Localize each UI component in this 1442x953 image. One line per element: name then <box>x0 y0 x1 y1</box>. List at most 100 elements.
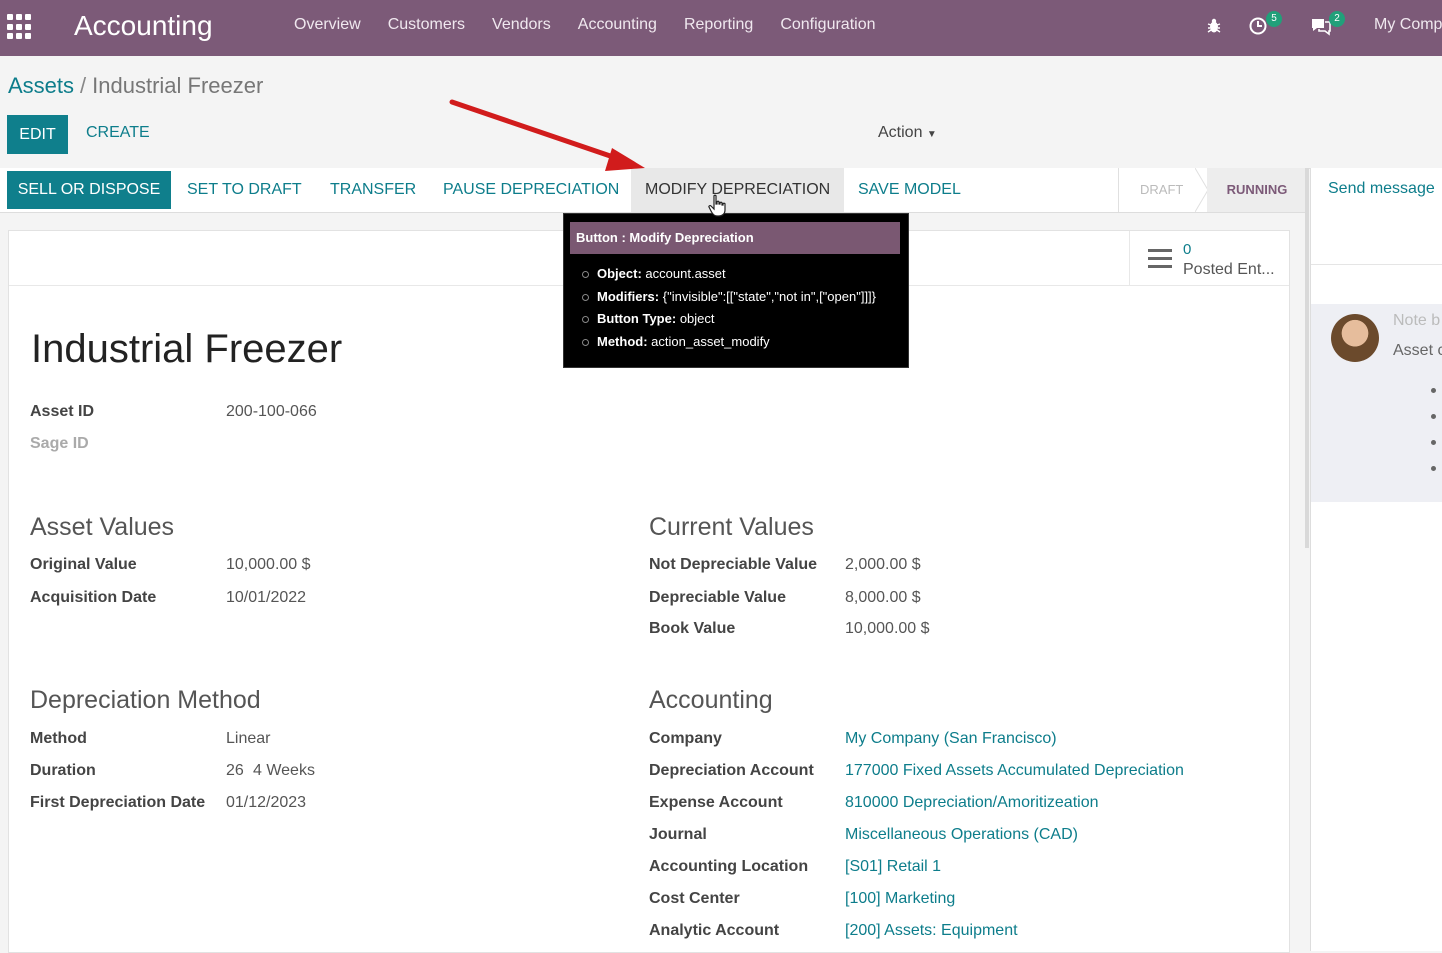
debug-tooltip: Button : Modify Depreciation Object: acc… <box>563 213 909 368</box>
journal-link[interactable]: Miscellaneous Operations (CAD) <box>845 826 1078 844</box>
tooltip-key: Modifiers: <box>597 289 660 304</box>
menu-accounting[interactable]: Accounting <box>578 16 657 34</box>
menu-configuration[interactable]: Configuration <box>780 16 875 34</box>
acquisition-date-label: Acquisition Date <box>30 589 157 606</box>
edit-button[interactable]: EDIT <box>7 115 68 154</box>
set-to-draft-button[interactable]: SET TO DRAFT <box>187 168 302 212</box>
menu-overview[interactable]: Overview <box>294 16 361 34</box>
duration-number: 26 <box>226 762 244 779</box>
sell-or-dispose-button[interactable]: SELL OR DISPOSE <box>7 171 171 209</box>
analytic-account-link[interactable]: [200] Assets: Equipment <box>845 922 1018 940</box>
main-menu: Overview Customers Vendors Accounting Re… <box>294 16 875 34</box>
breadcrumb-separator: / <box>80 73 87 98</box>
cost-center-label: Cost Center <box>649 890 740 907</box>
bullet-icon <box>1431 388 1436 393</box>
original-value-label: Original Value <box>30 556 137 573</box>
tooltip-value: object <box>679 311 715 326</box>
record-title: Industrial Freezer <box>31 327 343 371</box>
message-count-badge: 2 <box>1329 11 1345 27</box>
tooltip-value: {"invisible":[["state","not in",["open"]… <box>662 289 877 304</box>
top-navbar: Accounting Overview Customers Vendors Ac… <box>0 0 1442 56</box>
chatter-note-text: Asset c <box>1393 342 1442 359</box>
form-statusbar: SELL OR DISPOSE SET TO DRAFT TRANSFER PA… <box>0 168 1307 213</box>
tooltip-key: Method: <box>597 334 648 349</box>
pause-depreciation-button[interactable]: PAUSE DEPRECIATION <box>443 168 619 212</box>
avatar[interactable] <box>1331 314 1379 362</box>
action-label: Action <box>878 124 923 141</box>
first-depreciation-date-label: First Depreciation Date <box>30 794 206 811</box>
depreciation-account-link[interactable]: 177000 Fixed Assets Accumulated Deprecia… <box>845 762 1184 780</box>
not-depreciable-value: 2,000.00 $ <box>845 556 921 573</box>
current-values-heading: Current Values <box>649 513 814 541</box>
stage-pipeline: DRAFT RUNNING <box>1118 168 1307 212</box>
expense-account-link[interactable]: 810000 Depreciation/Amoritizeation <box>845 794 1098 812</box>
tooltip-row: Button Type: object <box>582 311 715 326</box>
modify-depreciation-button[interactable]: MODIFY DEPRECIATION <box>631 168 845 212</box>
tooltip-value: account.asset <box>645 266 726 281</box>
method-label: Method <box>30 730 87 747</box>
analytic-account-label: Analytic Account <box>649 922 780 939</box>
tooltip-title: Button : Modify Depreciation <box>570 222 900 254</box>
menu-customers[interactable]: Customers <box>388 16 465 34</box>
chatter-panel: Send message Note b Asset c <box>1310 168 1442 951</box>
posted-entries-count: 0 <box>1183 241 1192 258</box>
tooltip-row: Method: action_asset_modify <box>582 334 770 349</box>
app-brand[interactable]: Accounting <box>74 10 213 42</box>
tooltip-row: Modifiers: {"invisible":[["state","not i… <box>582 289 876 304</box>
stage-running[interactable]: RUNNING <box>1207 168 1307 212</box>
method-value: Linear <box>226 730 271 747</box>
bullet-icon <box>582 316 589 324</box>
tooltip-key: Object: <box>597 266 642 281</box>
debug-bug-icon[interactable] <box>1205 17 1223 35</box>
chatter-divider <box>1311 264 1442 265</box>
bullet-icon <box>1431 414 1436 419</box>
tooltip-row: Object: account.asset <box>582 266 726 281</box>
journal-label: Journal <box>649 826 707 843</box>
menu-reporting[interactable]: Reporting <box>684 16 753 34</box>
accounting-location-label: Accounting Location <box>649 858 809 875</box>
form-scrollbar[interactable] <box>1305 168 1309 548</box>
stage-draft[interactable]: DRAFT <box>1140 168 1183 212</box>
book-value: 10,000.00 $ <box>845 620 930 637</box>
tooltip-value: action_asset_modify <box>651 334 770 349</box>
company-link[interactable]: My Company (San Francisco) <box>845 730 1057 748</box>
apps-grid-icon[interactable] <box>7 14 33 40</box>
depreciation-account-label: Depreciation Account <box>649 762 814 779</box>
save-model-button[interactable]: SAVE MODEL <box>858 168 961 212</box>
posted-entries-smart-button[interactable]: 0 Posted Ent... <box>1129 231 1290 285</box>
menu-vendors[interactable]: Vendors <box>492 16 551 34</box>
activity-count-badge: 5 <box>1266 11 1282 27</box>
bullet-icon <box>1431 466 1436 471</box>
breadcrumb-assets-link[interactable]: Assets <box>8 73 74 98</box>
depreciable-label: Depreciable Value <box>649 589 786 606</box>
duration-unit: 4 Weeks <box>253 762 315 779</box>
duration-label: Duration <box>30 762 96 779</box>
company-label: Company <box>649 730 722 747</box>
not-depreciable-label: Not Depreciable Value <box>649 556 818 573</box>
bullet-icon <box>582 294 589 302</box>
company-switcher[interactable]: My Comp <box>1374 16 1442 34</box>
breadcrumb-current: Industrial Freezer <box>92 73 264 98</box>
depreciable-value: 8,000.00 $ <box>845 589 921 606</box>
transfer-button[interactable]: TRANSFER <box>330 168 416 212</box>
send-message-button[interactable]: Send message <box>1328 180 1435 198</box>
sage-id-label: Sage ID <box>30 435 89 452</box>
control-panel: Assets / Industrial Freezer EDIT CREATE Ac… <box>0 56 1442 169</box>
asset-values-heading: Asset Values <box>30 513 175 541</box>
original-value: 10,000.00 $ <box>226 556 311 573</box>
breadcrumb: Assets / Industrial Freezer <box>8 73 263 99</box>
bullet-icon <box>582 339 589 347</box>
create-button[interactable]: CREATE <box>86 124 150 142</box>
asset-id-label: Asset ID <box>30 403 95 420</box>
asset-id-value: 200-100-066 <box>226 403 317 420</box>
cost-center-link[interactable]: [100] Marketing <box>845 890 955 908</box>
acquisition-date-value: 10/01/2022 <box>226 589 307 606</box>
accounting-location-link[interactable]: [S01] Retail 1 <box>845 858 941 876</box>
depreciation-method-heading: Depreciation Method <box>30 686 261 714</box>
action-dropdown[interactable]: Action ▼ <box>878 124 937 142</box>
list-bars-icon <box>1148 249 1172 269</box>
chatter-message: Note b Asset c <box>1311 304 1442 502</box>
activity-clock-icon[interactable] <box>1248 16 1268 36</box>
caret-down-icon: ▼ <box>926 129 937 140</box>
expense-account-label: Expense Account <box>649 794 783 811</box>
